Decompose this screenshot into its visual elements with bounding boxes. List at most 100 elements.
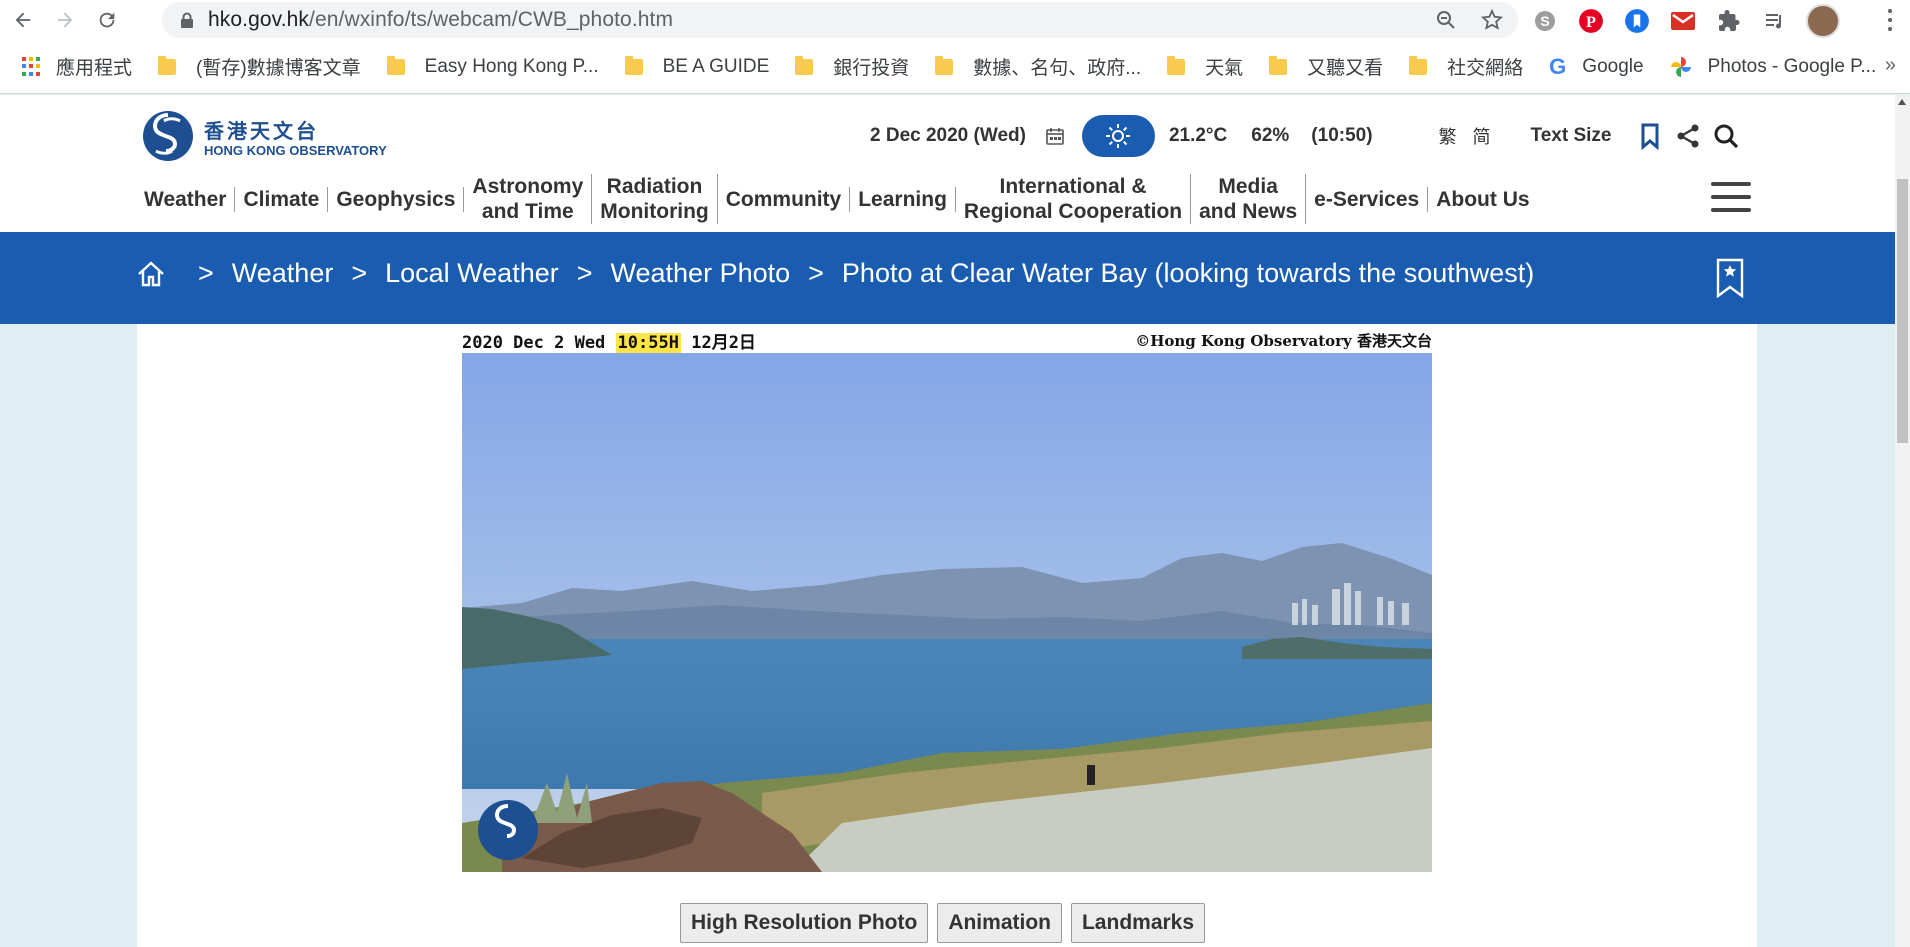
bookmark-google-photos[interactable]: Photos - Google P... bbox=[1670, 56, 1876, 78]
folder-icon bbox=[1167, 55, 1186, 75]
search-icon[interactable] bbox=[1712, 122, 1740, 150]
apps-grid-icon bbox=[22, 56, 42, 77]
folder-icon bbox=[935, 55, 954, 75]
webcam-timestamp: 2020 Dec 2 Wed 10:55H 12月2日 bbox=[462, 332, 756, 353]
site-header: 香港天文台 HONG KONG OBSERVATORY 2 Dec 2020 (… bbox=[0, 95, 1895, 232]
breadcrumb-separator: > bbox=[808, 258, 824, 288]
nav-climate[interactable]: Climate bbox=[235, 186, 329, 212]
folder-icon bbox=[624, 55, 643, 75]
svg-text:P: P bbox=[1586, 13, 1596, 31]
current-conditions: 2 Dec 2020 (Wed) 21.2°C 62% (10:50) 繁 简 … bbox=[870, 115, 1740, 157]
nav-media-and-news[interactable]: Media and News bbox=[1191, 174, 1307, 224]
bookmark-folder[interactable]: 數據、名句、政府... bbox=[935, 53, 1141, 80]
browser-toolbar: hko.gov.hk/en/wxinfo/ts/webcam/CWB_photo… bbox=[0, 0, 1910, 40]
bookmark-folder[interactable]: Easy Hong Kong P... bbox=[386, 55, 599, 78]
high-resolution-photo-button[interactable]: High Resolution Photo bbox=[680, 903, 929, 943]
forward-button[interactable] bbox=[46, 1, 84, 39]
bookmark-folder[interactable]: (暫存)數據博客文章 bbox=[158, 53, 361, 80]
webcam-copyright: ©Hong Kong Observatory 香港天文台 bbox=[1135, 331, 1432, 350]
reload-button[interactable] bbox=[88, 1, 126, 39]
folder-icon bbox=[386, 55, 405, 75]
breadcrumb-item-weather[interactable]: Weather bbox=[232, 258, 334, 289]
breadcrumb-separator: > bbox=[198, 258, 214, 288]
bookmark-icon[interactable] bbox=[1636, 122, 1664, 150]
address-bar[interactable]: hko.gov.hk/en/wxinfo/ts/webcam/CWB_photo… bbox=[162, 2, 1518, 38]
photo-action-buttons: High Resolution Photo Animation Landmark… bbox=[680, 903, 1206, 943]
main-navigation: Weather Climate Geophysics Astronomy and … bbox=[136, 171, 1538, 227]
reload-icon bbox=[99, 12, 115, 28]
nav-astronomy-and-time[interactable]: Astronomy and Time bbox=[464, 174, 593, 224]
nav-e-services[interactable]: e-Services bbox=[1306, 186, 1429, 212]
forward-arrow-icon bbox=[57, 12, 73, 28]
back-arrow-icon bbox=[15, 12, 31, 28]
google-photos-icon bbox=[1670, 56, 1691, 77]
pinterest-extension-icon[interactable]: P bbox=[1576, 6, 1606, 36]
hamburger-menu-icon[interactable] bbox=[1711, 182, 1751, 212]
breadcrumb-band: > Weather > Local Weather > Weather Phot… bbox=[0, 232, 1895, 324]
zoom-icon[interactable] bbox=[1434, 8, 1458, 32]
nav-learning[interactable]: Learning bbox=[850, 186, 956, 212]
bookmark-apps[interactable]: 應用程式 bbox=[22, 53, 132, 80]
svg-text:S: S bbox=[1540, 13, 1549, 29]
bookmark-google[interactable]: G Google bbox=[1549, 54, 1643, 80]
extensions-puzzle-icon[interactable] bbox=[1714, 6, 1744, 36]
bookmark-folder[interactable]: 銀行投資 bbox=[795, 53, 909, 80]
date-text: 2 Dec 2020 (Wed) bbox=[870, 125, 1026, 146]
folder-icon bbox=[158, 55, 177, 75]
nav-geophysics[interactable]: Geophysics bbox=[328, 186, 465, 212]
breadcrumb-item-local-weather[interactable]: Local Weather bbox=[385, 258, 559, 289]
bookmark-folder[interactable]: 天氣 bbox=[1167, 53, 1243, 80]
webcam-time-highlight: 10:55H bbox=[615, 332, 681, 353]
bookmark-folder[interactable]: 又聽又看 bbox=[1269, 53, 1383, 80]
bookmark-extension-icon[interactable] bbox=[1622, 6, 1652, 36]
star-bookmark-icon[interactable] bbox=[1480, 8, 1504, 32]
calendar-icon[interactable] bbox=[1046, 127, 1064, 145]
breadcrumb-separator: > bbox=[576, 258, 593, 288]
mail-extension-icon[interactable] bbox=[1668, 6, 1698, 36]
breadcrumb: > Weather > Local Weather > Weather Phot… bbox=[136, 258, 1534, 289]
nav-radiation-monitoring[interactable]: Radiation Monitoring bbox=[592, 174, 718, 224]
folder-icon bbox=[1269, 55, 1288, 75]
temperature-value: 21.2°C bbox=[1168, 125, 1228, 146]
animation-button[interactable]: Animation bbox=[937, 903, 1062, 943]
logo-text-en: HONG KONG OBSERVATORY bbox=[204, 142, 387, 158]
hko-logo[interactable]: 香港天文台 HONG KONG OBSERVATORY bbox=[136, 109, 387, 163]
logo-text-zh: 香港天文台 bbox=[204, 118, 319, 143]
media-playlist-icon[interactable] bbox=[1760, 6, 1790, 36]
breadcrumb-item-weather-photo[interactable]: Weather Photo bbox=[611, 258, 791, 289]
lock-icon bbox=[181, 12, 193, 28]
folder-icon bbox=[795, 55, 814, 75]
bookmark-star-icon[interactable] bbox=[1715, 258, 1745, 298]
bookmarks-overflow-chevron[interactable]: » bbox=[1885, 54, 1896, 77]
nav-international-cooperation[interactable]: International & Regional Cooperation bbox=[956, 174, 1192, 224]
observation-time: (10:50) bbox=[1311, 125, 1373, 146]
url-text: hko.gov.hk/en/wxinfo/ts/webcam/CWB_photo… bbox=[208, 8, 674, 31]
scroll-up-arrow-icon[interactable] bbox=[1898, 99, 1906, 105]
text-size-button[interactable]: Text Size bbox=[1531, 125, 1612, 147]
webcam-photo bbox=[462, 353, 1432, 872]
home-icon[interactable] bbox=[136, 259, 166, 289]
nav-weather[interactable]: Weather bbox=[136, 186, 236, 212]
bookmarks-bar: 應用程式 (暫存)數據博客文章 Easy Hong Kong P... BE A… bbox=[0, 40, 1910, 94]
landmarks-button[interactable]: Landmarks bbox=[1070, 903, 1206, 943]
back-button[interactable] bbox=[4, 1, 42, 39]
google-icon: G bbox=[1549, 53, 1567, 79]
skype-extension-icon[interactable]: S bbox=[1530, 6, 1560, 36]
lang-simplified-link[interactable]: 简 bbox=[1473, 123, 1491, 149]
share-icon[interactable] bbox=[1674, 122, 1702, 150]
page-scrollbar[interactable] bbox=[1895, 95, 1910, 947]
breadcrumb-separator: > bbox=[351, 258, 368, 288]
nav-about-us[interactable]: About Us bbox=[1428, 187, 1537, 212]
nav-community[interactable]: Community bbox=[718, 186, 851, 212]
bookmark-folder[interactable]: 社交網絡 bbox=[1409, 53, 1523, 80]
scrollbar-thumb[interactable] bbox=[1897, 179, 1908, 443]
browser-menu-icon[interactable] bbox=[1880, 6, 1900, 34]
profile-avatar[interactable] bbox=[1806, 4, 1840, 38]
weather-sunny-icon[interactable] bbox=[1081, 115, 1155, 157]
hko-logo-icon bbox=[143, 111, 193, 161]
humidity-value: 62% bbox=[1251, 125, 1290, 146]
bookmark-folder[interactable]: BE A GUIDE bbox=[624, 55, 769, 78]
webcam-caption: 2020 Dec 2 Wed 10:55H 12月2日 ©Hong Kong O… bbox=[462, 328, 1432, 353]
breadcrumb-item-current: Photo at Clear Water Bay (looking toward… bbox=[841, 258, 1535, 288]
lang-traditional-link[interactable]: 繁 bbox=[1439, 123, 1457, 149]
